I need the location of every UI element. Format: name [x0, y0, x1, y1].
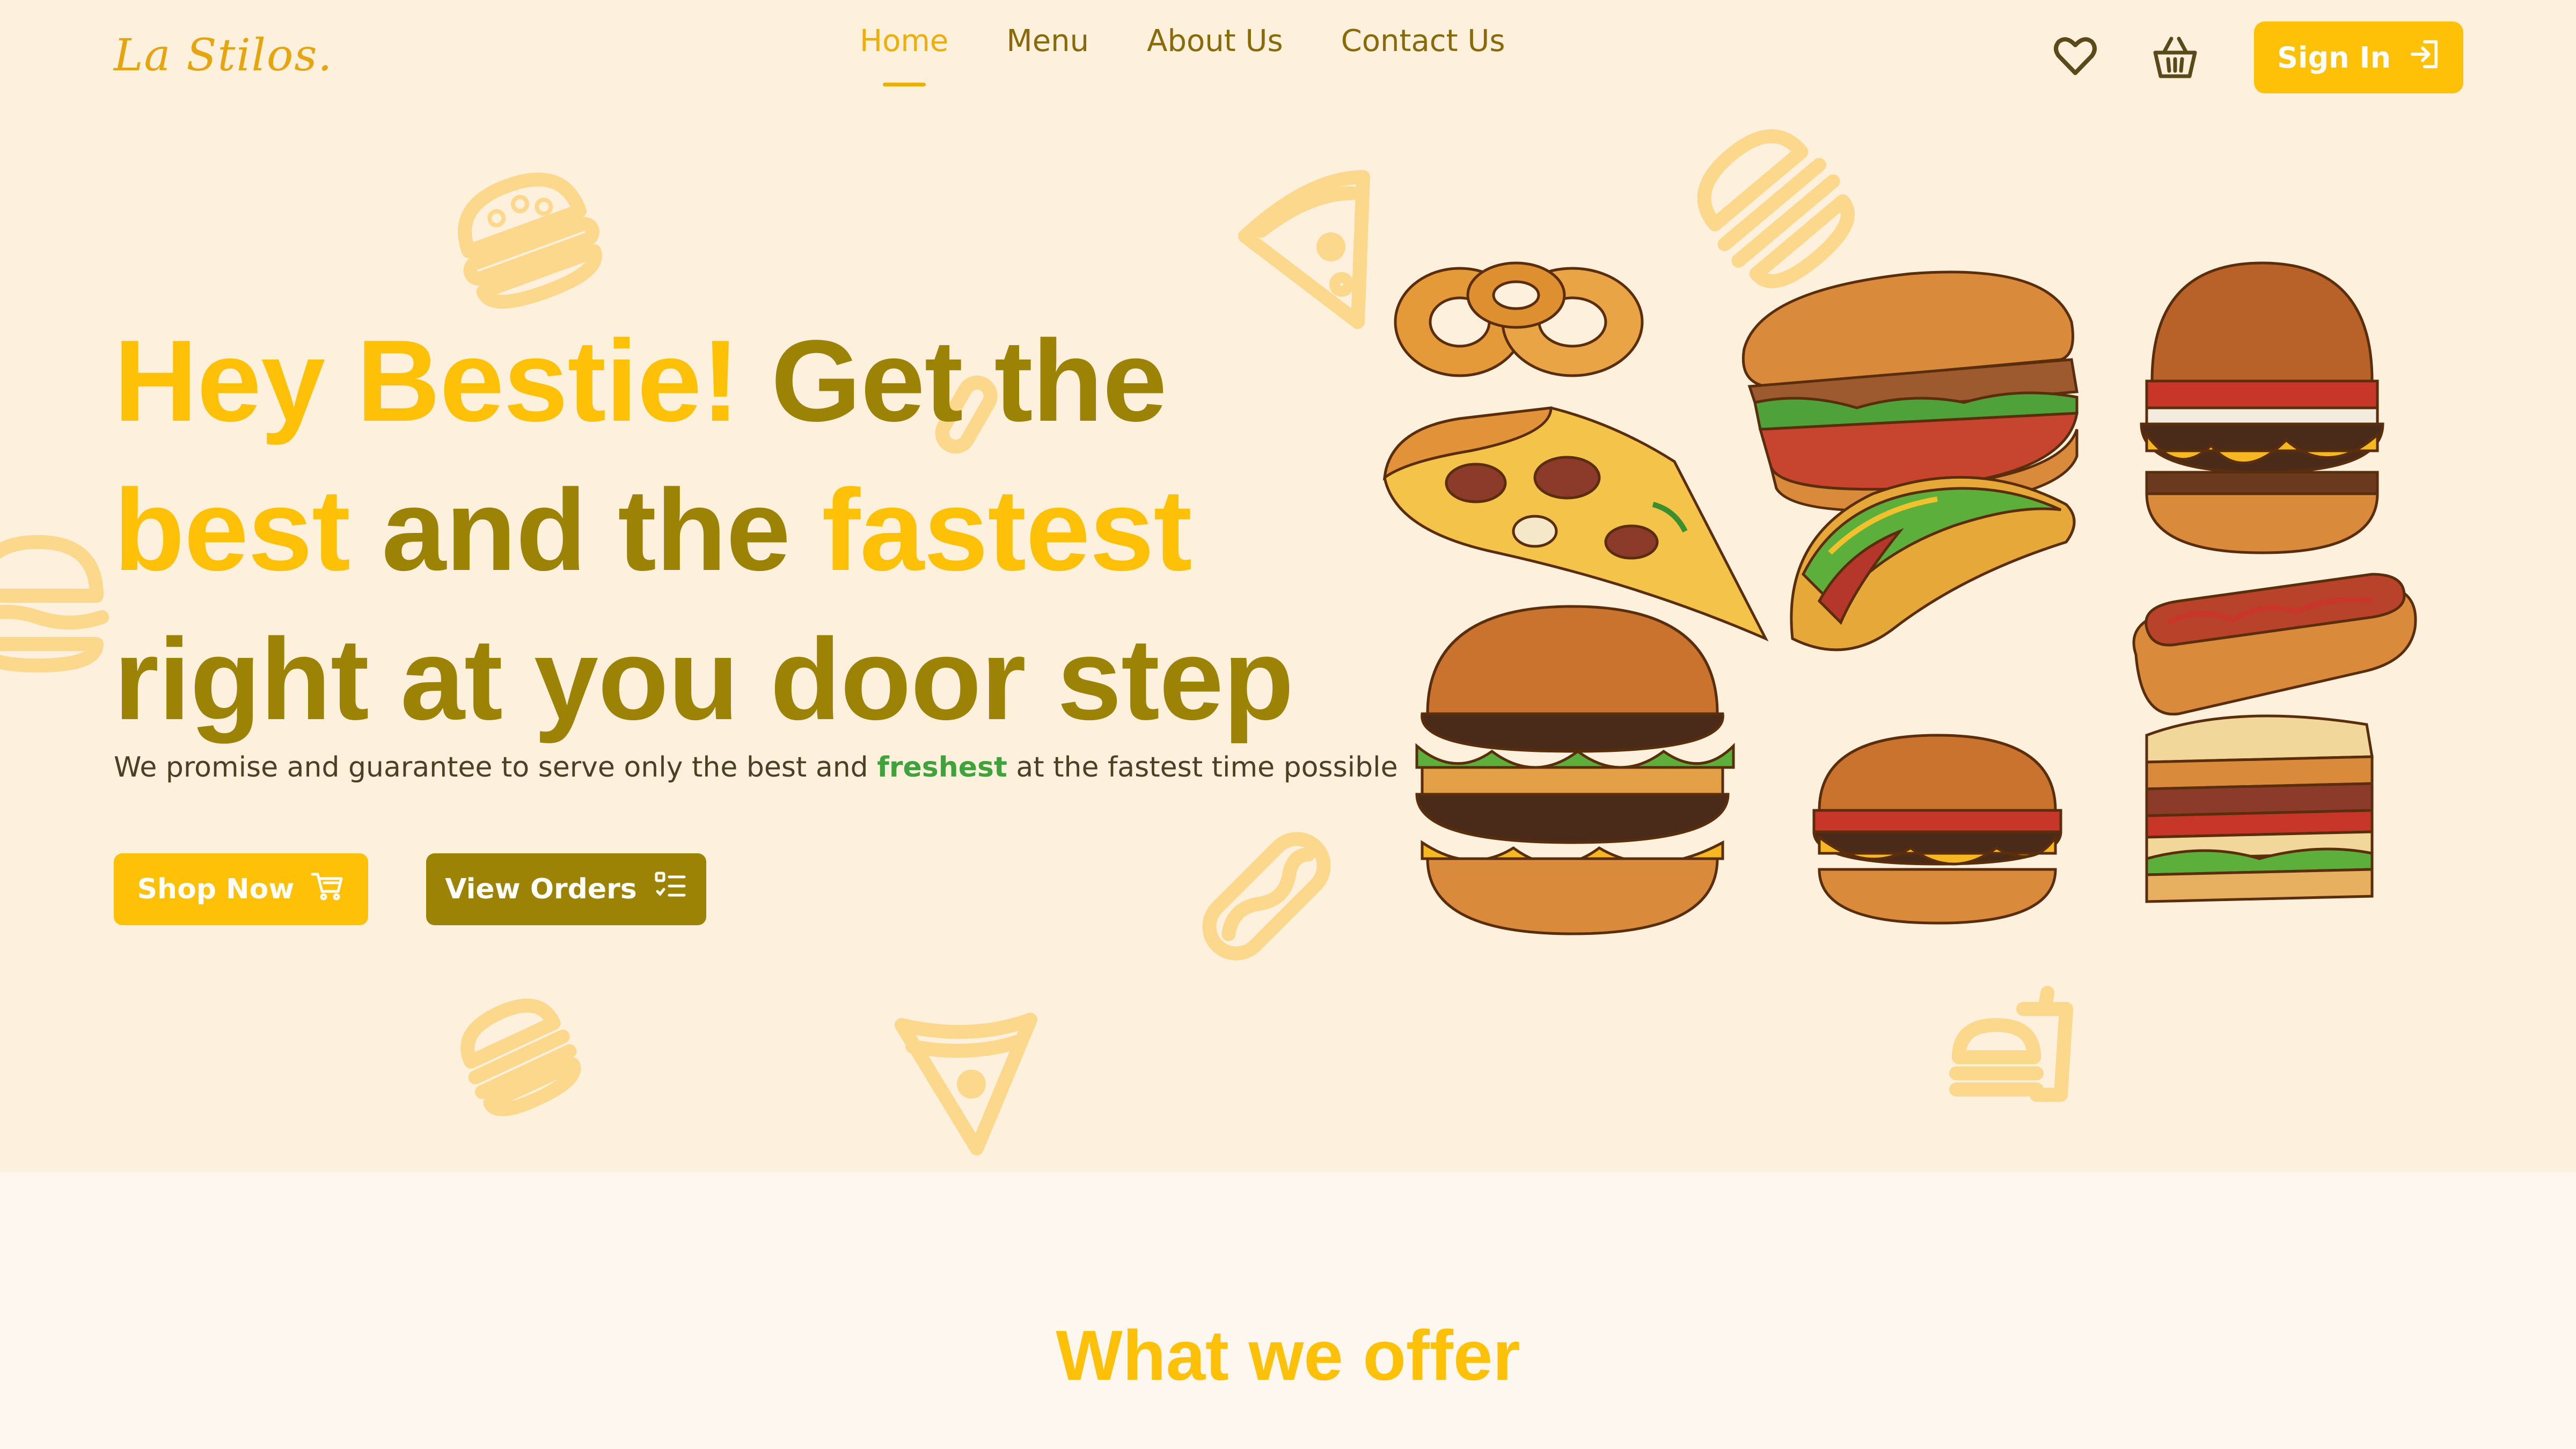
shop-now-button[interactable]: Shop Now [114, 853, 368, 925]
sub-sandwich-illustration [1741, 270, 2079, 513]
sign-in-button[interactable]: Sign In [2254, 21, 2463, 93]
subtitle-text-after: at the fastest time possible [1007, 751, 1398, 784]
subtitle-highlight-freshest: freshest [877, 751, 1007, 784]
headline-highlight-fastest: fastest [822, 465, 1192, 595]
headline-highlight-hey-bestie: Hey Bestie! [114, 316, 740, 445]
brand-logo[interactable]: La Stilos. [114, 30, 333, 81]
burger-top-right-illustration [2140, 261, 2384, 554]
headline-line-1: Hey Bestie! Get the [114, 306, 1293, 455]
headline-line-3: right at you door step [114, 614, 1294, 744]
takeaway-doodle-icon [1948, 982, 2077, 1111]
nav-about-us[interactable]: About Us [1147, 24, 1283, 58]
sign-in-label: Sign In [2277, 40, 2391, 75]
burger-edge-doodle-icon [0, 531, 113, 676]
order-list-icon [653, 869, 687, 910]
hero-section: La Stilos. Home Menu About Us Contact Us… [0, 0, 2576, 1172]
what-we-offer-section [0, 1172, 2576, 1449]
headline-and-the: and the [350, 465, 822, 595]
pizza-slice-illustration [1382, 406, 1769, 642]
nav-home[interactable]: Home [860, 24, 948, 58]
headline-get-the: Get the [739, 316, 1167, 445]
basket-icon[interactable] [2151, 33, 2199, 82]
view-orders-button[interactable]: View Orders [426, 853, 706, 925]
onion-rings-illustration [1394, 261, 1644, 377]
subtitle-text-before: We promise and guarantee to serve only t… [114, 751, 877, 784]
burger-doodle-icon [445, 156, 606, 317]
nav-contact-us[interactable]: Contact Us [1341, 24, 1505, 58]
main-nav: Home Menu About Us Contact Us [860, 24, 1505, 58]
what-we-offer-title: What we offer [1056, 1316, 1520, 1395]
view-orders-label: View Orders [445, 873, 637, 905]
headline-highlight-best: best [114, 465, 350, 595]
cheeseburger-illustration [1812, 734, 2062, 925]
hotdog-illustration [2132, 573, 2417, 716]
shopping-cart-icon [310, 869, 345, 910]
shop-now-label: Shop Now [137, 873, 295, 905]
club-sandwich-illustration [2145, 714, 2374, 903]
hotdog-doodle-icon [1186, 816, 1347, 977]
heart-icon[interactable] [2051, 32, 2099, 80]
pizza-doodle-icon [891, 1009, 1041, 1159]
hero-subtitle: We promise and guarantee to serve only t… [114, 751, 1398, 784]
nav-menu[interactable]: Menu [1006, 24, 1089, 58]
fast-food-illustration [1374, 252, 2469, 971]
burger-layers-doodle-icon [456, 993, 581, 1116]
headline-line-2: best and the fastest [114, 455, 1293, 604]
double-burger-illustration [1415, 605, 1735, 935]
login-icon [2409, 39, 2440, 77]
hero-headline: Hey Bestie! Get the best and the fastest… [114, 306, 1294, 753]
